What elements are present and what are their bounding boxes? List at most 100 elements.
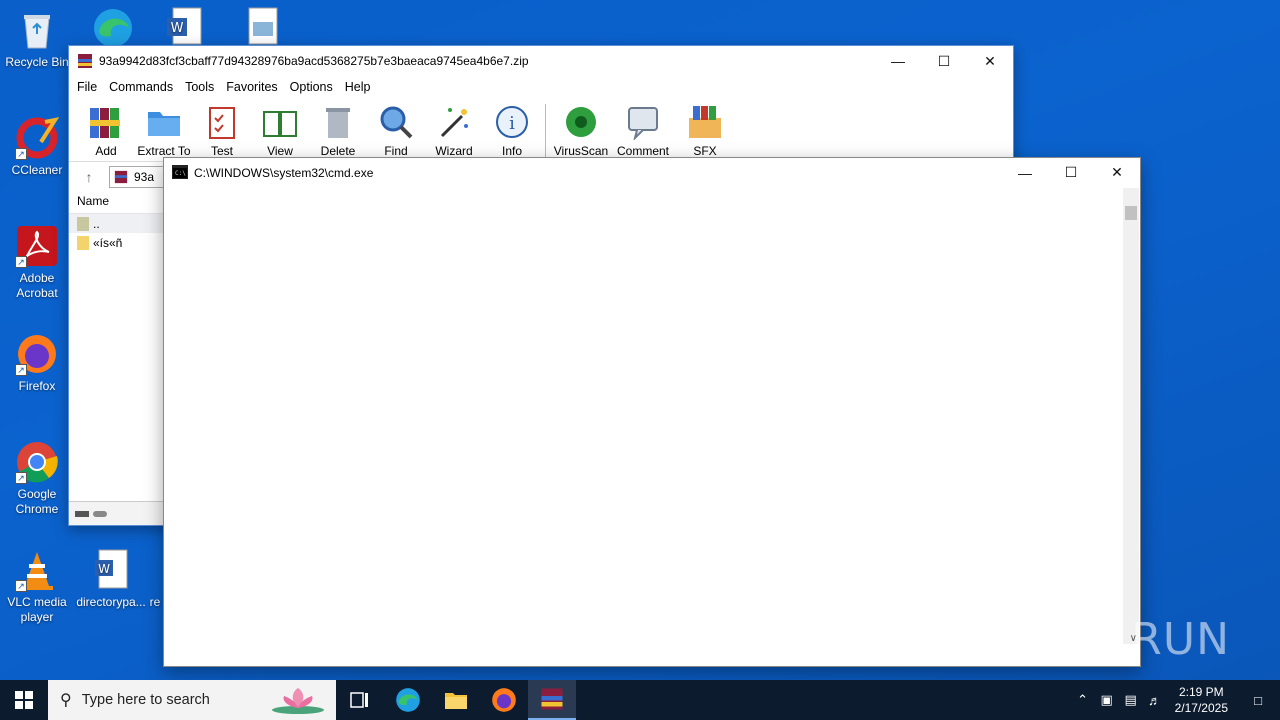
menu-commands[interactable]: Commands — [103, 80, 179, 94]
chevron-up-icon[interactable]: ⌃ — [1071, 680, 1095, 720]
folder-icon — [146, 104, 182, 140]
cmd-window: C:\ C:\WINDOWS\system32\cmd.exe — ☐ ✕ ∨ — [163, 157, 1141, 667]
shortcut-arrow-icon: ↗ — [15, 472, 27, 484]
lotus-flower-icon — [268, 686, 328, 714]
status-bar — [69, 501, 163, 525]
desktop-icon-word-doc[interactable]: W — [150, 4, 220, 51]
task-view-button[interactable] — [336, 680, 384, 720]
up-arrow-icon[interactable]: ↑ — [69, 169, 109, 185]
list-item[interactable]: .. — [69, 214, 163, 233]
delete-button[interactable]: Delete — [309, 104, 367, 158]
maximize-button[interactable]: ☐ — [1048, 158, 1094, 188]
winrar-titlebar[interactable]: 93a9942d83fcf3cbaff77d94328976ba9acd5368… — [69, 46, 1013, 76]
path-field[interactable]: 93a — [109, 165, 169, 188]
desktop-icon-label: Firefox — [18, 379, 56, 393]
notification-icon[interactable]: □ — [1236, 680, 1280, 720]
svg-text:C:\: C:\ — [175, 170, 186, 177]
scroll-up-icon[interactable] — [1123, 188, 1139, 192]
taskbar-search-box[interactable]: ⚲ Type here to search — [48, 680, 336, 720]
winrar-title: 93a9942d83fcf3cbaff77d94328976ba9acd5368… — [99, 54, 529, 68]
edge-icon — [396, 688, 420, 712]
winrar-app-icon — [541, 688, 563, 710]
comment-button[interactable]: Comment — [610, 104, 676, 158]
wizard-button[interactable]: Wizard — [425, 104, 483, 158]
taskbar: ⚲ Type here to search ⌃ ▣ ▤ ♬ 2:19 PM 2/… — [0, 680, 1280, 720]
minimize-button[interactable]: — — [875, 46, 921, 76]
desktop-icon-label: Adobe Acrobat — [16, 271, 58, 300]
view-button[interactable]: View — [251, 104, 309, 158]
svg-text:i: i — [509, 113, 515, 134]
menu-favorites[interactable]: Favorites — [220, 80, 283, 94]
clipboard-check-icon — [204, 104, 240, 140]
firefox-icon: ↗ — [15, 332, 59, 376]
desktop-icon-label: VLC media player — [7, 595, 67, 624]
clock-date: 2/17/2025 — [1174, 701, 1228, 715]
word-document-icon: W — [163, 4, 207, 48]
desktop-icon-image[interactable] — [228, 4, 298, 51]
taskbar-winrar[interactable] — [528, 680, 576, 720]
cmd-titlebar[interactable]: C:\ C:\WINDOWS\system32\cmd.exe — ☐ ✕ — [164, 158, 1140, 187]
desktop-icon-adobe-acrobat[interactable]: ↗ Adobe Acrobat — [2, 224, 72, 301]
maximize-button[interactable]: ☐ — [921, 46, 967, 76]
menu-tools[interactable]: Tools — [179, 80, 220, 94]
desktop-icon-google-chrome[interactable]: ↗ Google Chrome — [2, 440, 72, 517]
network-icon[interactable]: ▤ — [1119, 680, 1143, 720]
magic-wand-icon — [436, 104, 472, 140]
start-button[interactable] — [0, 680, 48, 720]
list-item[interactable]: «ís«ñ — [69, 233, 163, 252]
magnifier-icon — [378, 104, 414, 140]
parent-folder-icon — [77, 216, 89, 231]
archive-icon — [114, 170, 128, 183]
find-button[interactable]: Find — [367, 104, 425, 158]
shortcut-arrow-icon: ↗ — [15, 364, 27, 376]
add-button[interactable]: Add — [77, 104, 135, 158]
taskbar-firefox[interactable] — [480, 680, 528, 720]
add-books-icon — [88, 104, 124, 140]
clock[interactable]: 2:19 PM 2/17/2025 — [1167, 684, 1236, 716]
extract-to-button[interactable]: Extract To — [135, 104, 193, 158]
menu-help[interactable]: Help — [339, 80, 377, 94]
test-button[interactable]: Test — [193, 104, 251, 158]
volume-icon[interactable]: ♬ — [1143, 680, 1167, 720]
column-header-name[interactable]: Name — [69, 188, 163, 214]
info-button[interactable]: i Info — [483, 104, 541, 158]
desktop-icon-label: directorypa... — [76, 595, 146, 609]
ccleaner-icon: ↗ — [15, 116, 60, 160]
task-view-icon — [350, 692, 368, 708]
desktop-icon-ccleaner[interactable]: ↗ CCleaner — [2, 116, 72, 178]
device-icon[interactable]: ▣ — [1095, 680, 1119, 720]
desktop-icon-re[interactable]: re — [146, 548, 164, 610]
shortcut-arrow-icon: ↗ — [15, 148, 27, 160]
desktop-icon-recycle-bin[interactable]: Recycle Bin — [2, 8, 72, 70]
desktop-icon-directorypa[interactable]: W directorypa... — [76, 548, 146, 610]
taskbar-file-explorer[interactable] — [432, 680, 480, 720]
minimize-button[interactable]: — — [1002, 158, 1048, 188]
menu-file[interactable]: File — [71, 80, 103, 94]
sfx-button[interactable]: SFX — [676, 104, 734, 158]
winrar-menubar: File Commands Tools Favorites Options He… — [69, 76, 1013, 98]
console-area[interactable] — [164, 188, 1122, 666]
drive-icon — [75, 510, 89, 517]
virusscan-button[interactable]: VirusScan — [552, 104, 610, 158]
folder-icon — [77, 235, 89, 250]
desktop-icon-label: Recycle Bin — [5, 55, 69, 69]
desktop-icon-edge[interactable] — [78, 4, 148, 51]
scroll-thumb[interactable] — [1125, 206, 1137, 220]
windows-logo-icon — [15, 691, 33, 709]
menu-options[interactable]: Options — [284, 80, 339, 94]
trash-icon — [320, 104, 356, 140]
image-file-icon — [241, 4, 285, 48]
desktop-icon-firefox[interactable]: ↗ Firefox — [2, 332, 72, 394]
taskbar-edge[interactable] — [384, 680, 432, 720]
close-button[interactable]: ✕ — [1094, 158, 1140, 188]
info-icon: i — [494, 104, 530, 140]
winrar-toolbar: Add Extract To Test View Delete Find Wiz… — [69, 98, 1013, 162]
close-button[interactable]: ✕ — [967, 46, 1013, 76]
svg-text:W: W — [98, 562, 110, 576]
vertical-scrollbar[interactable] — [1123, 188, 1139, 644]
toolbar-separator — [545, 104, 546, 158]
desktop-icon-vlc[interactable]: ↗ VLC media player — [2, 548, 72, 625]
cmd-app-icon: C:\ — [172, 164, 188, 181]
search-placeholder: Type here to search — [81, 692, 210, 708]
desktop-icon-label: CCleaner — [11, 163, 63, 177]
